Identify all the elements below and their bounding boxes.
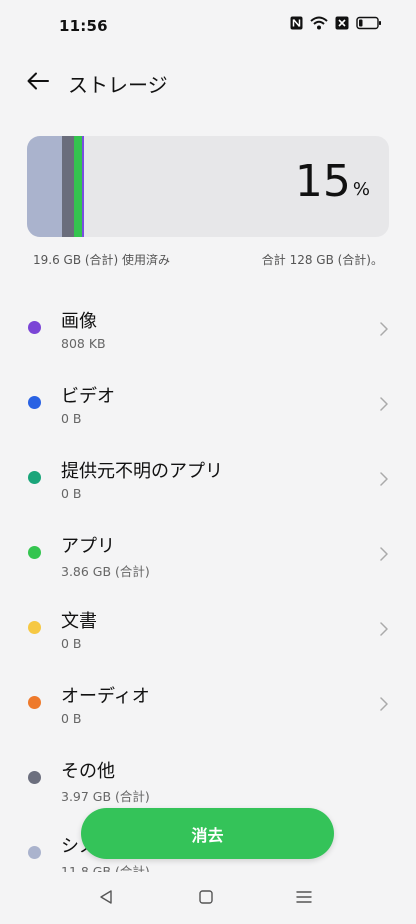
category-color-dot <box>28 771 41 784</box>
nfc-icon <box>290 16 303 30</box>
category-color-dot <box>28 321 41 334</box>
navigation-bar <box>0 872 416 924</box>
category-list: 画像 808 KB ビデオ 0 B 提供元不明のアプリ 0 B アプリ 3.86 GB (合計… <box>0 291 416 891</box>
category-item[interactable]: アプリ 3.86 GB (合計) <box>0 516 416 591</box>
category-color-dot <box>28 846 41 859</box>
category-size: 3.97 GB (合計) <box>61 789 150 804</box>
chevron-right-icon <box>378 621 390 637</box>
nav-back-button[interactable] <box>95 888 117 910</box>
category-size: 0 B <box>61 636 82 651</box>
category-size: 0 B <box>61 486 82 501</box>
usage-percent-sign: % <box>352 179 370 200</box>
category-item[interactable]: 文書 0 B <box>0 591 416 666</box>
category-color-dot <box>28 396 41 409</box>
back-button[interactable] <box>22 68 54 98</box>
usage-segment <box>81 136 84 237</box>
category-name: その他 <box>61 761 115 782</box>
nav-menu-button[interactable] <box>293 888 315 910</box>
status-bar: 11:56 <box>0 0 416 52</box>
chevron-right-icon <box>378 696 390 712</box>
chevron-right-icon <box>378 396 390 412</box>
battery-icon <box>356 16 382 30</box>
usage-percent-value: 15 <box>294 156 351 207</box>
storage-usage-card: 15 % <box>27 136 389 237</box>
arrow-left-icon <box>26 71 50 95</box>
category-size: 0 B <box>61 711 82 726</box>
nav-home-button[interactable] <box>195 888 217 910</box>
category-color-dot <box>28 696 41 709</box>
category-name: 提供元不明のアプリ <box>61 461 223 482</box>
clear-button[interactable]: 消去 <box>81 808 334 859</box>
category-color-dot <box>28 546 41 559</box>
storage-used-text: 19.6 GB (合計) 使用済み <box>33 253 171 267</box>
chevron-right-icon <box>378 471 390 487</box>
category-item[interactable]: オーディオ 0 B <box>0 666 416 741</box>
wifi-icon <box>310 16 328 30</box>
storage-usage-bar <box>27 136 84 237</box>
category-item[interactable]: 画像 808 KB <box>0 291 416 366</box>
category-name: 画像 <box>61 311 97 332</box>
chevron-right-icon <box>378 546 390 562</box>
status-icons <box>290 16 382 30</box>
category-name: アプリ <box>61 536 115 557</box>
page-title: ストレージ <box>68 73 168 97</box>
category-item[interactable]: その他 3.97 GB (合計) <box>0 741 416 816</box>
app-header: ストレージ <box>0 60 416 104</box>
category-name: ビデオ <box>61 386 115 407</box>
category-size: 3.86 GB (合計) <box>61 564 150 579</box>
chevron-right-icon <box>378 321 390 337</box>
category-item[interactable]: ビデオ 0 B <box>0 366 416 441</box>
category-name: オーディオ <box>61 686 150 707</box>
status-time: 11:56 <box>59 17 108 35</box>
menu-lines-icon <box>295 889 313 909</box>
category-size: 808 KB <box>61 336 106 351</box>
usage-segment <box>73 136 82 237</box>
category-size: 0 B <box>61 411 82 426</box>
usage-segment <box>27 136 62 237</box>
storage-total-text: 合計 128 GB (合計)。 <box>261 253 383 267</box>
category-item[interactable]: 提供元不明のアプリ 0 B <box>0 441 416 516</box>
usage-percent: 15 % <box>295 160 370 204</box>
category-color-dot <box>28 471 41 484</box>
back-triangle-icon <box>98 889 114 909</box>
category-color-dot <box>28 621 41 634</box>
category-name: 文書 <box>61 611 97 632</box>
no-sim-icon <box>335 16 349 30</box>
usage-segment <box>61 136 74 237</box>
home-square-icon <box>198 889 214 909</box>
